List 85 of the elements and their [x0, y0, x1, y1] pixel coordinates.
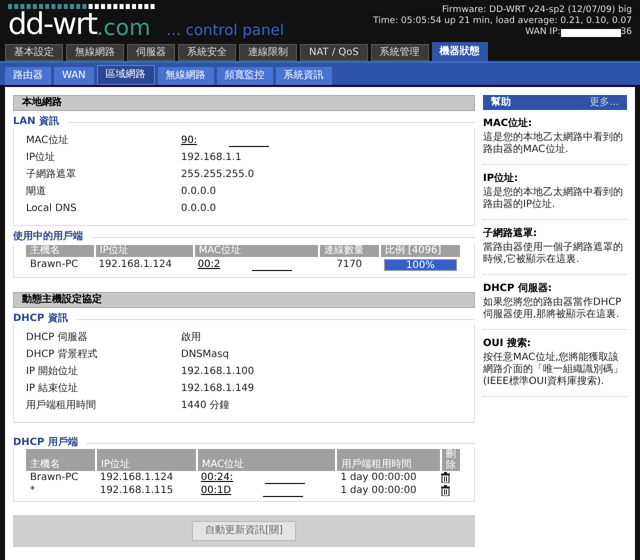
table-cell: 1 day 00:00:00 — [336, 471, 441, 484]
trash-icon[interactable] — [441, 472, 450, 483]
help-item-title: 子網路遮罩: — [483, 228, 538, 240]
main-tab[interactable]: 機器狀態 — [432, 42, 488, 61]
main-tab[interactable]: 無線網路 — [66, 44, 124, 61]
sub-tab[interactable]: 系統資訊 — [276, 67, 332, 85]
table-cell-text: * — [29, 484, 36, 497]
sub-tab[interactable]: 頻寬監控 — [216, 67, 273, 85]
help-item-title: OUI 搜索: — [483, 338, 532, 350]
sub-tab[interactable]: 無線網路 — [158, 67, 214, 85]
table-cell-text: 192.168.1.115 — [98, 484, 174, 497]
sub-tab[interactable]: WAN — [54, 67, 94, 85]
column-header: MAC位址 — [194, 245, 319, 257]
main-tab[interactable]: 基本設定 — [5, 44, 63, 61]
field-value: 192.168.1.149 — [181, 382, 254, 394]
fieldset-legend: 使用中的用戶端 — [13, 231, 83, 243]
field-value: DNSMasq — [181, 348, 229, 360]
field-label: IP位址 — [26, 152, 56, 164]
main-tab[interactable]: 伺服器 — [127, 44, 175, 61]
table-cell: 192.168.1.124 — [96, 471, 197, 484]
column-header: 刪除 — [441, 449, 461, 471]
main-tab[interactable]: 系統安全 — [178, 44, 236, 61]
section-title: 動態主機設定協定 — [13, 292, 475, 308]
field-value: 192.168.1.1 — [181, 152, 242, 164]
sub-tab[interactable]: 路由器 — [5, 67, 51, 85]
column-header: 比例 [4096] — [380, 245, 461, 257]
field-label: IP 結束位址 — [26, 382, 80, 394]
field-value: 255.255.255.0 — [181, 168, 254, 180]
field-label: DHCP 伺服器 — [26, 332, 88, 344]
help-item-text: 這是您的本地乙太網路中看到的路由器的MAC位址. — [483, 132, 624, 156]
logo-name: dd-wrt — [8, 10, 97, 40]
help-item-text: 按任意MAC位址,您將能獲取該網路介面的「唯一組織識別碼」(IEEE標準OUI資料庫搜索). — [483, 352, 624, 388]
column-header: 主機名 — [26, 449, 96, 471]
help-item-text: 這是您的本地乙太網路中看到的路由器的IP位址. — [483, 187, 624, 211]
field-value: 啟用 — [181, 332, 201, 344]
mac-address-link[interactable]: 90: — [181, 134, 198, 146]
section-title: 本地網路 — [13, 95, 475, 111]
logo-domain: .com — [96, 18, 151, 40]
field-value: 0.0.0.0 — [181, 202, 216, 214]
column-header: 用戶端租用時間 — [336, 449, 441, 471]
mac-address-link[interactable]: 00:24: — [200, 472, 234, 484]
field-value: 192.168.1.100 — [181, 366, 254, 378]
table-cell: 7170 — [318, 257, 380, 273]
table-cell: 1 day 00:00:00 — [336, 484, 441, 497]
mac-address-link[interactable]: 00:2 — [198, 259, 220, 271]
fieldset-legend: DHCP 資訊 — [13, 313, 68, 325]
trash-icon[interactable] — [441, 485, 450, 496]
table-cell: Brawn-PC — [26, 257, 95, 273]
field-value: 0.0.0.0 — [181, 186, 216, 198]
column-header: 連線數量 — [318, 245, 380, 257]
field-label: IP 開始位址 — [26, 366, 80, 378]
table-cell: 192.168.1.124 — [94, 257, 194, 273]
field-label: MAC位址 — [26, 134, 70, 146]
column-header: IP位址 — [96, 449, 197, 471]
column-header: 主機名 — [26, 245, 95, 257]
help-item-title: MAC位址: — [483, 118, 534, 130]
field-label: 用戶端租用時間 — [26, 400, 97, 412]
field-value: 1440 分鐘 — [181, 400, 230, 412]
help-title: 幫助 — [491, 96, 511, 108]
main-tab[interactable]: NAT / QoS — [300, 44, 368, 61]
help-item-text: 如果您將您的路由器當作DHCP伺服器使用,那將被顯示在這裏. — [483, 297, 622, 321]
main-tab[interactable]: 系統管理 — [370, 44, 429, 61]
column-header: MAC位址 — [196, 449, 336, 471]
field-label: DHCP 背景程式 — [26, 348, 98, 360]
main-tab[interactable]: 連線限制 — [239, 44, 297, 61]
redaction-bar — [560, 28, 621, 36]
fieldset-legend: LAN 資訊 — [13, 116, 59, 128]
help-item-title: IP位址: — [483, 173, 520, 185]
sub-tab[interactable]: 區域網路 — [96, 65, 155, 85]
table-cell: Brawn-PC — [26, 471, 96, 484]
help-item-text: 當路由器使用一個子網路遮罩的時候,它被顯示在這裏. — [483, 242, 624, 266]
fieldset-legend: DHCP 用戶端 — [13, 437, 78, 449]
column-header: IP位址 — [94, 245, 194, 257]
wan-ip-suffix: 36 — [620, 27, 632, 38]
more-link[interactable]: 更多... — [589, 96, 619, 108]
ratio-text: 100% — [405, 260, 436, 270]
help-item-title: DHCP 伺服器: — [483, 283, 553, 295]
field-label: 閘道 — [26, 186, 47, 198]
wan-ip-label: WAN IP: — [525, 27, 561, 38]
firmware-info: Firmware: DD-WRT v24-sp2 (12/07/09) big — [442, 5, 632, 16]
mac-address-link[interactable]: 00:1D — [200, 484, 232, 496]
field-label: Local DNS — [26, 202, 78, 214]
logo-subtitle: ... control panel — [166, 23, 284, 40]
uptime-info: Time: 05:05:54 up 21 min, load average: 0.21, 0.10, 0.07 — [373, 16, 632, 27]
field-label: 子網路遮罩 — [26, 168, 77, 180]
